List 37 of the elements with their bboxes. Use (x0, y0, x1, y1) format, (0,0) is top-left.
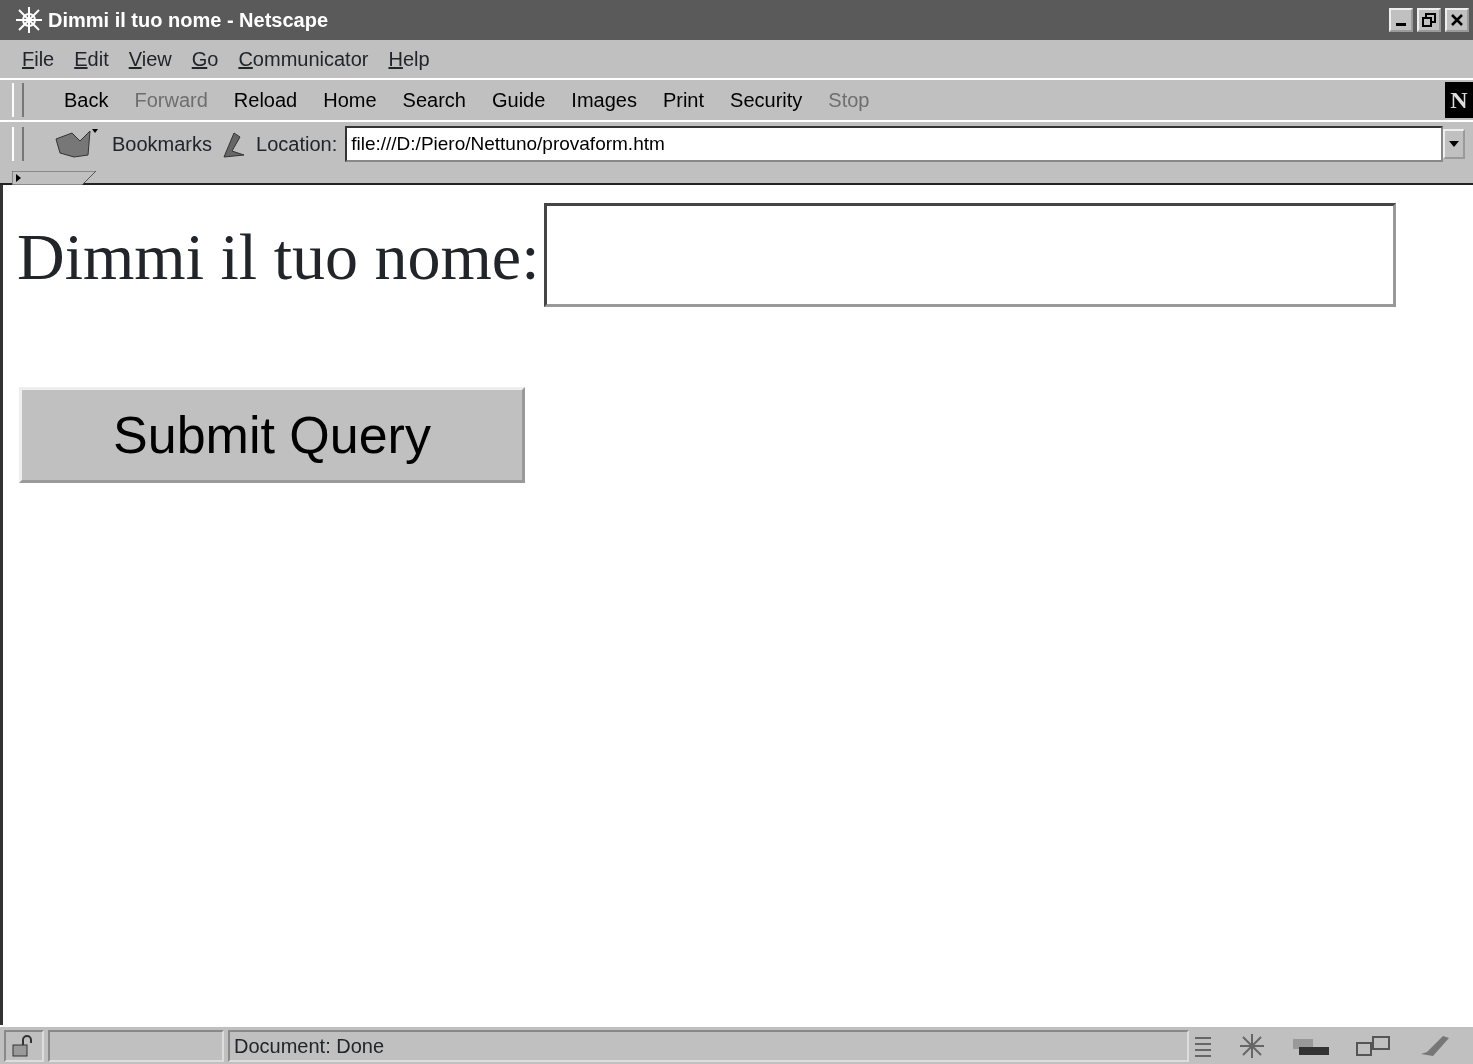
wheel-icon[interactable] (1237, 1032, 1267, 1059)
toolbar-grip[interactable] (12, 126, 24, 161)
menu-item[interactable]: Go (191, 44, 219, 74)
location-field[interactable]: file:///D:/Piero/Nettuno/provaform.htm (345, 125, 1443, 162)
menu-item[interactable]: Help (388, 44, 430, 74)
netscape-wheel-icon (14, 5, 44, 35)
toolbar-button[interactable]: Search (390, 85, 480, 115)
window-title: Dimmi il tuo nome - Netscape (48, 8, 329, 33)
toolbar-button[interactable]: Guide (479, 85, 560, 115)
netscape-logo: N (1445, 82, 1473, 118)
close-button[interactable] (1445, 8, 1469, 32)
padlock-icon[interactable] (10, 1033, 34, 1058)
toolbar-button[interactable]: Back (52, 85, 123, 115)
toolbar-button[interactable]: Images (559, 85, 651, 115)
location-label: Location: (256, 131, 338, 157)
restore-icon (1422, 13, 1436, 27)
toolbar-button[interactable]: Security (718, 85, 817, 115)
caret-icon (1449, 140, 1459, 147)
minimize-icon (1396, 22, 1406, 26)
menu-item[interactable]: View (128, 44, 172, 74)
bookmarks-label[interactable]: Bookmarks (112, 128, 213, 159)
dropdown-button[interactable] (1443, 128, 1465, 159)
minimize-button[interactable] (1389, 8, 1413, 32)
toolbar-button[interactable]: Reload (221, 85, 312, 115)
menu-item[interactable]: Communicator (238, 44, 369, 74)
restore-button[interactable] (1417, 8, 1441, 32)
toolbar-button[interactable]: Print (650, 85, 719, 115)
name-prompt: Dimmi il tuo nome: (17, 221, 540, 294)
close-icon (1450, 13, 1464, 27)
toolbar-grip[interactable] (12, 83, 24, 117)
menu-item[interactable]: Edit (74, 44, 109, 74)
status-text: Document: Done (234, 1033, 385, 1059)
collapse-tab-icon[interactable] (12, 170, 96, 185)
name-input-field[interactable] (543, 203, 1396, 307)
toolbar-button[interactable]: Home (311, 85, 391, 115)
submit-button[interactable]: Submit Query (19, 387, 525, 483)
menu-item[interactable]: File (22, 44, 55, 74)
